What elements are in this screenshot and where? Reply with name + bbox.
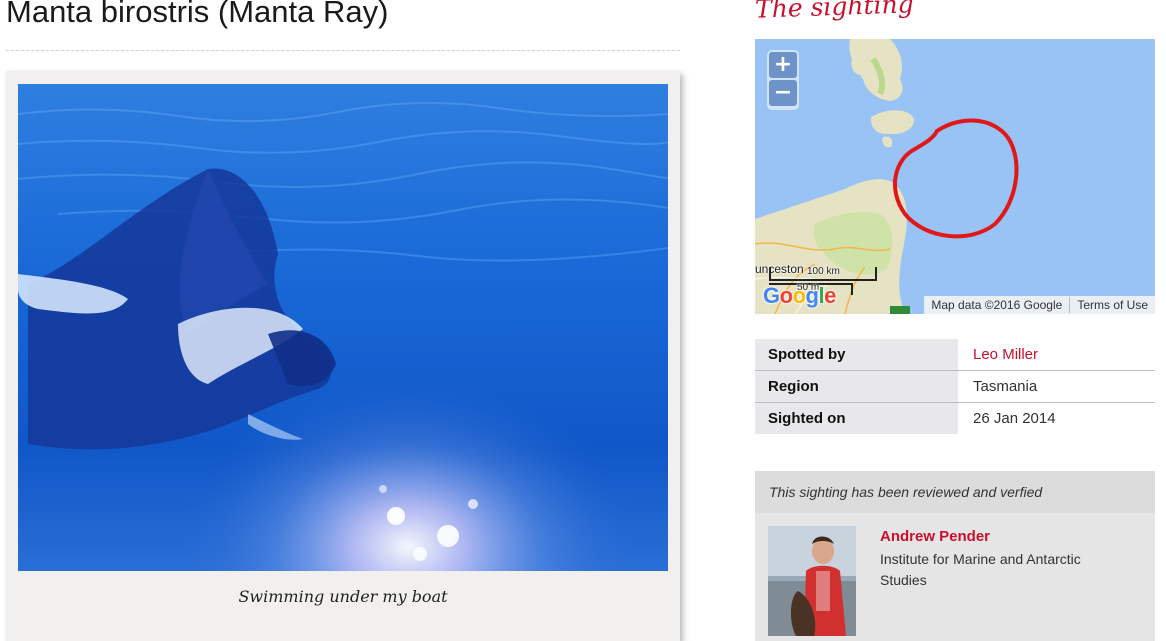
sighted-date-value: 26 Jan 2014	[958, 402, 1155, 434]
details-label: Region	[755, 370, 958, 403]
sighting-map[interactable]: + − unceston 100 km 50 m Google Map data…	[755, 39, 1155, 314]
photo-caption: Swimming under my boat	[238, 587, 448, 606]
photo-card: Swimming under my boat	[6, 71, 680, 641]
map-zoom-control: + −	[767, 50, 799, 110]
title-divider	[6, 50, 680, 51]
spotter-link[interactable]: Leo Miller	[958, 339, 1155, 371]
details-row-sighted-on: Sighted on 26 Jan 2014	[755, 402, 1155, 434]
sighting-heading: The sighting	[754, 0, 915, 24]
sighting-details-table: Spotted by Leo Miller Region Tasmania Si…	[755, 339, 1155, 434]
map-scale-km: 100 km	[807, 266, 840, 277]
review-panel: This sighting has been reviewed and verf…	[755, 471, 1155, 641]
region-value: Tasmania	[958, 370, 1155, 403]
reviewer-avatar	[768, 526, 856, 636]
details-label: Sighted on	[755, 402, 958, 434]
reviewer-organization: Institute for Marine and Antarctic Studi…	[880, 551, 1081, 588]
sighting-photo[interactable]	[18, 84, 668, 571]
details-row-spotted-by: Spotted by Leo Miller	[755, 339, 1155, 371]
google-logo[interactable]: Google	[763, 283, 836, 309]
map-attribution: Map data ©2016 Google Terms of Use	[924, 296, 1155, 314]
details-label: Spotted by	[755, 339, 958, 371]
reviewer-name-link[interactable]: Andrew Pender	[880, 528, 990, 545]
zoom-out-button[interactable]: −	[769, 80, 797, 106]
map-data-label: Map data ©2016 Google	[931, 298, 1063, 312]
page-title: Manta birostris (Manta Ray)	[6, 0, 389, 29]
terms-of-use-link[interactable]: Terms of Use	[1070, 298, 1155, 312]
zoom-in-button[interactable]: +	[769, 52, 797, 78]
review-status: This sighting has been reviewed and verf…	[755, 471, 1155, 513]
details-row-region: Region Tasmania	[755, 370, 1155, 403]
